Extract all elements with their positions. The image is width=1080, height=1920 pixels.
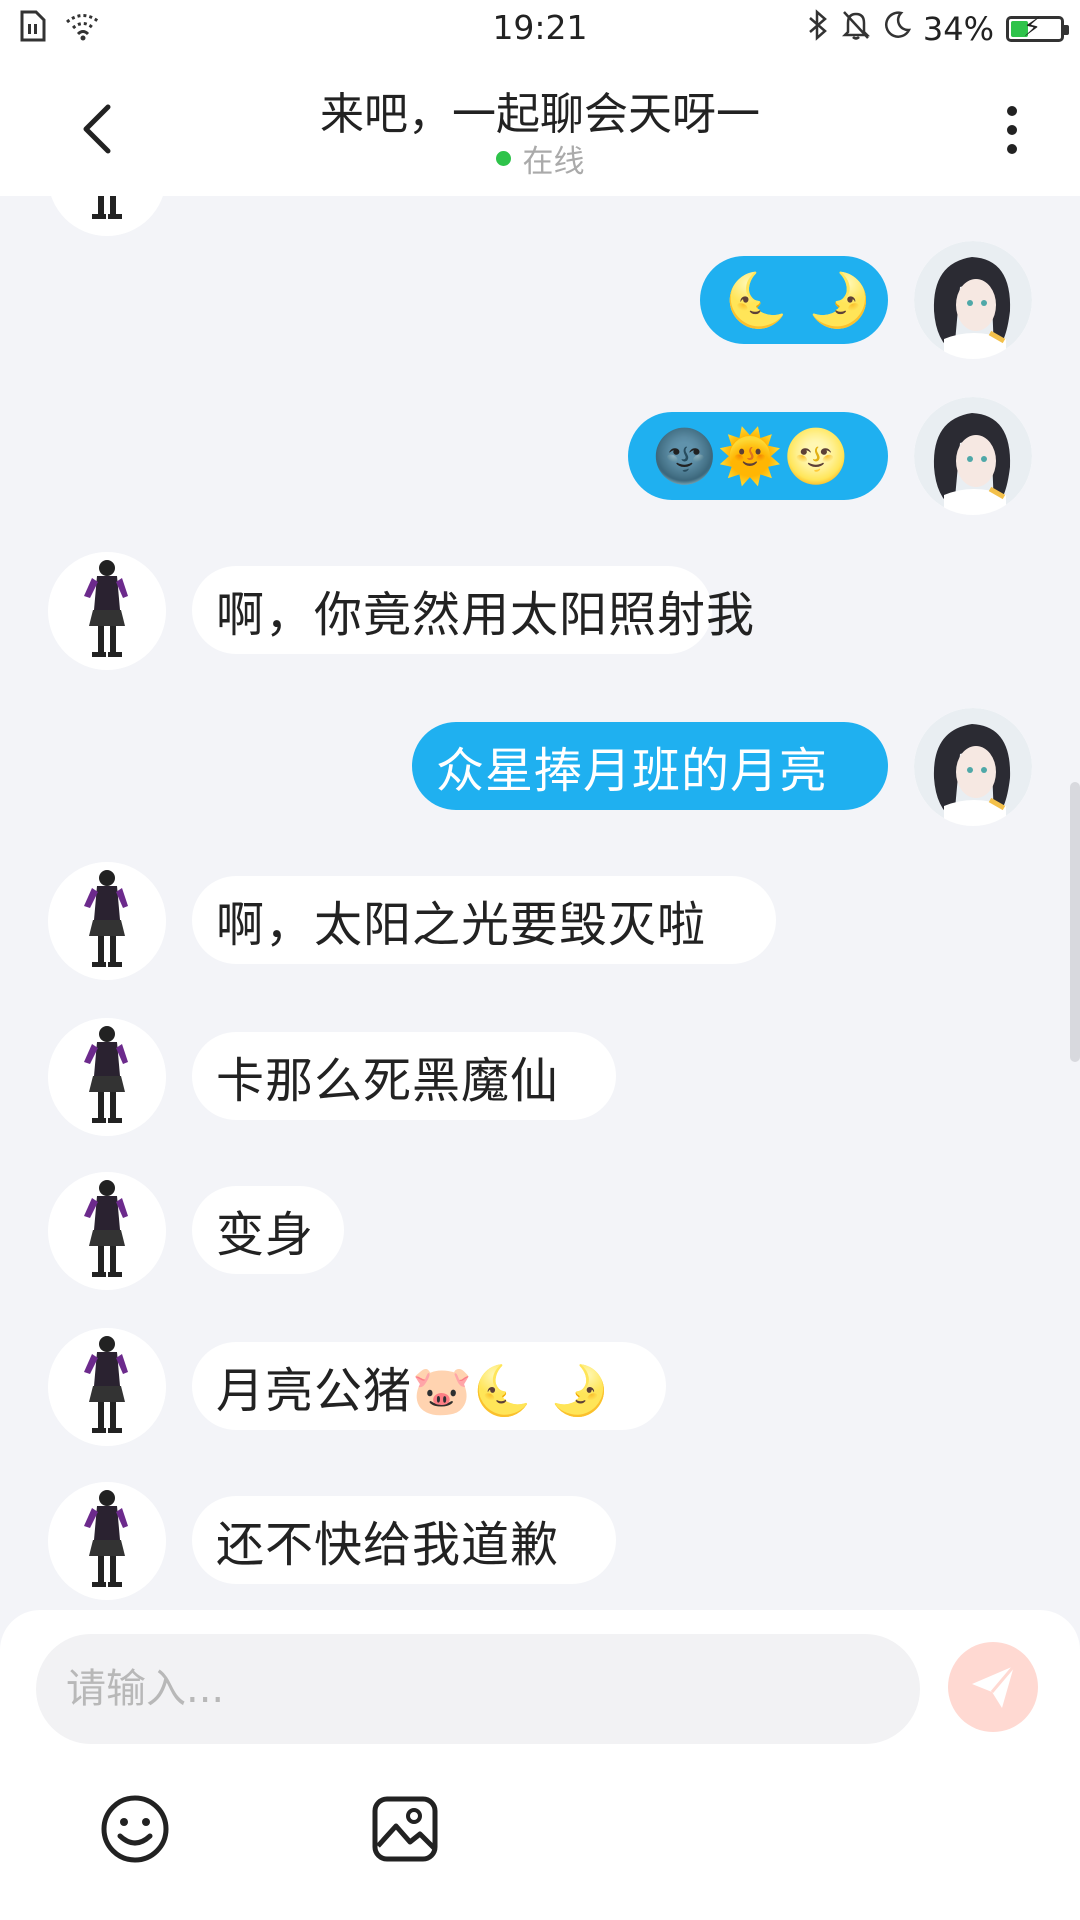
my-avatar[interactable] bbox=[914, 397, 1032, 515]
message-bubble[interactable]: 🌚🌞🌝 bbox=[628, 412, 888, 500]
message-text: 啊，你竟然用太阳照射我 bbox=[216, 587, 756, 643]
image-button[interactable] bbox=[368, 1792, 442, 1866]
message-input[interactable] bbox=[36, 1634, 920, 1744]
message-text: 🌚🌞🌝 bbox=[652, 426, 850, 487]
moon-icon bbox=[883, 10, 911, 48]
status-right-icons: 34% ⚡ bbox=[807, 9, 1069, 49]
battery-icon: ⚡ bbox=[1006, 13, 1069, 43]
contact-avatar[interactable] bbox=[48, 1018, 166, 1136]
emoji-button[interactable] bbox=[98, 1792, 172, 1866]
chat-header: 来吧，一起聊会天呀一 在线 bbox=[0, 58, 1080, 196]
message-composer bbox=[0, 1610, 1080, 1920]
my-avatar[interactable] bbox=[914, 708, 1032, 826]
message-text: 还不快给我道歉 bbox=[216, 1517, 560, 1573]
chat-message-list[interactable]: 🌜 🌛 🌚🌞🌝 啊，你竟然用太阳照射我 众星捧月班的月亮 啊，太阳之光要毁灭啦 bbox=[0, 196, 1080, 1612]
message-bubble[interactable]: 🌜 🌛 bbox=[700, 256, 888, 344]
contact-avatar[interactable] bbox=[48, 552, 166, 670]
bluetooth-icon bbox=[807, 9, 829, 49]
image-icon bbox=[372, 1796, 438, 1862]
message-bubble[interactable]: 众星捧月班的月亮 bbox=[412, 722, 888, 810]
online-dot-icon bbox=[495, 151, 511, 166]
my-avatar[interactable] bbox=[914, 241, 1032, 359]
online-status: 在线 bbox=[0, 136, 1080, 181]
message-bubble[interactable]: 啊，你竟然用太阳照射我 bbox=[192, 566, 754, 654]
message-bubble[interactable]: 变身 bbox=[192, 1186, 344, 1274]
send-icon bbox=[972, 1665, 1016, 1708]
message-text: 变身 bbox=[216, 1207, 315, 1263]
contact-avatar[interactable] bbox=[48, 196, 166, 236]
message-bubble[interactable]: 卡那么死黑魔仙 bbox=[192, 1032, 616, 1120]
message-bubble[interactable]: 月亮公猪🐷🌜 🌛 bbox=[192, 1342, 666, 1430]
message-text: 月亮公猪🐷🌜 🌛 bbox=[216, 1363, 611, 1419]
message-text: 众星捧月班的月亮 bbox=[436, 743, 829, 799]
more-options-button[interactable] bbox=[984, 92, 1040, 168]
message-bubble[interactable]: 啊，太阳之光要毁灭啦 bbox=[192, 876, 776, 964]
message-text: 卡那么死黑魔仙 bbox=[216, 1053, 560, 1109]
send-button[interactable] bbox=[948, 1642, 1038, 1732]
chat-title: 来吧，一起聊会天呀一 bbox=[320, 89, 760, 140]
contact-avatar[interactable] bbox=[48, 1328, 166, 1446]
battery-percent: 34% bbox=[922, 10, 994, 48]
scrollbar-thumb[interactable] bbox=[1070, 782, 1080, 1062]
more-dot-icon bbox=[1007, 125, 1017, 135]
contact-avatar[interactable] bbox=[48, 1172, 166, 1290]
mute-bell-icon bbox=[841, 9, 871, 49]
emoji-icon bbox=[101, 1795, 169, 1863]
contact-avatar[interactable] bbox=[48, 862, 166, 980]
status-bar: 19:21 34% ⚡ bbox=[0, 0, 1080, 58]
online-status-label: 在线 bbox=[522, 144, 585, 180]
message-text: 🌜 🌛 bbox=[724, 270, 874, 331]
more-dot-icon bbox=[1007, 144, 1017, 154]
message-text: 啊，太阳之光要毁灭啦 bbox=[216, 897, 707, 953]
contact-avatar[interactable] bbox=[48, 1482, 166, 1600]
more-dot-icon bbox=[1007, 106, 1017, 116]
message-bubble[interactable]: 还不快给我道歉 bbox=[192, 1496, 616, 1584]
